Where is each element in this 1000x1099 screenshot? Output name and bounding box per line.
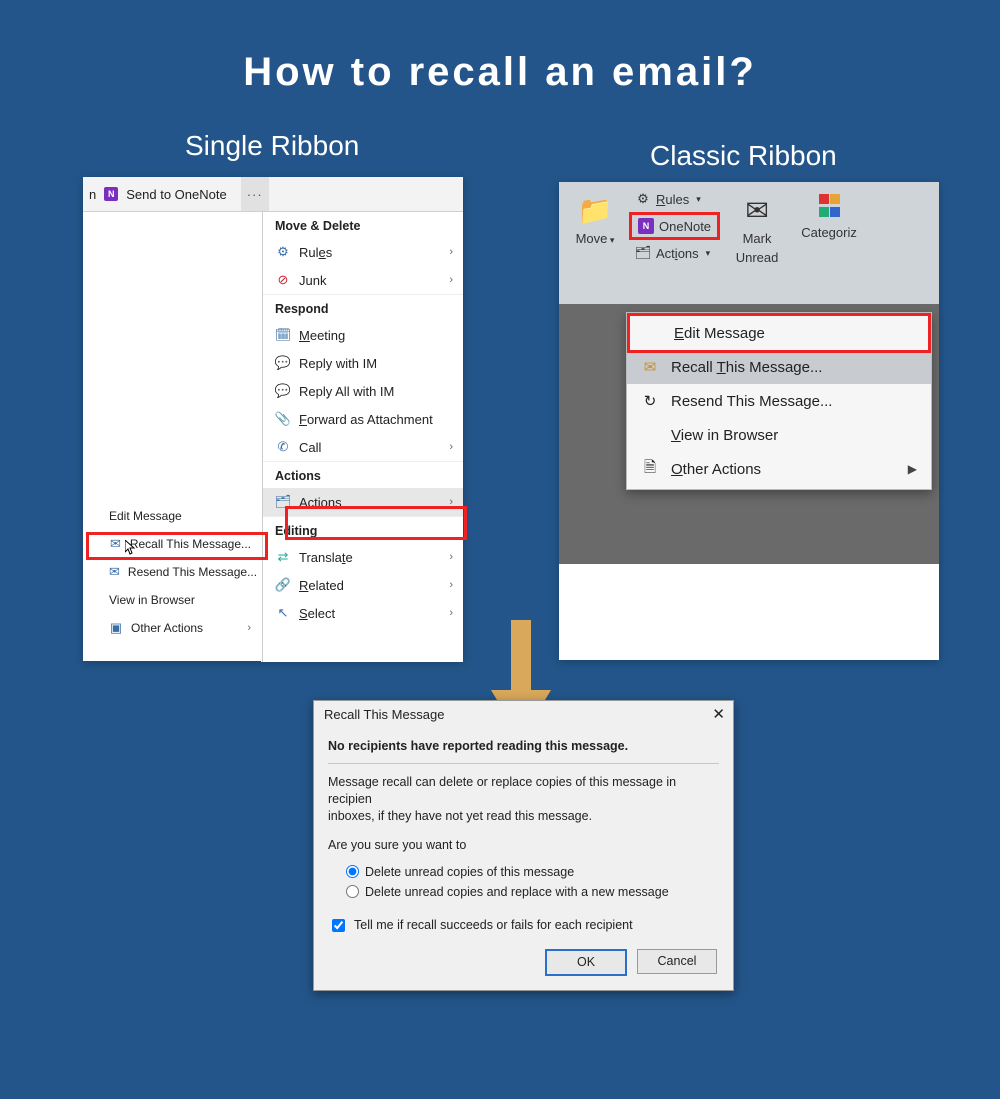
dialog-heading: No recipients have reported reading this… — [328, 733, 719, 764]
menu-meeting[interactable]: 🗓 Meeting — [263, 321, 463, 349]
chevron-right-icon: › — [449, 274, 453, 286]
send-to-onenote-button[interactable]: Send to OneNote — [126, 187, 226, 202]
call-icon: ✆ — [275, 439, 291, 455]
menu-related[interactable]: 🔗 Related › — [263, 571, 463, 599]
radio-delete-and-replace[interactable] — [346, 885, 359, 898]
submenu-recall-message[interactable]: ✉ Recall This Message... — [83, 530, 261, 558]
submenu-other-actions[interactable]: ▣ Other Actions › — [83, 614, 261, 642]
dialog-prompt: Are you sure you want to — [328, 827, 719, 856]
chevron-right-icon: › — [449, 246, 453, 258]
recall-dialog: Recall This Message ✕ No recipients have… — [313, 700, 734, 991]
rules-button[interactable]: ⚙ Rules▾ — [629, 188, 720, 210]
chevron-right-icon: › — [247, 622, 251, 634]
submenu-edit-message[interactable]: Edit Message — [83, 502, 261, 530]
tell-me-checkbox-row[interactable]: Tell me if recall succeeds or fails for … — [328, 908, 719, 949]
menu-reply-im[interactable]: 💬 Reply with IM — [263, 349, 463, 377]
chevron-right-icon: › — [449, 579, 453, 591]
caption-classic-ribbon: Classic Ribbon — [650, 140, 837, 172]
attach-icon: 📎 — [275, 411, 291, 427]
menu-translate[interactable]: ⇄ Translate › — [263, 543, 463, 571]
actions-dropdown: Edit Message ✉ Recall This Message... ↻ … — [626, 312, 932, 490]
submenu-view-in-browser[interactable]: View in Browser — [83, 586, 261, 614]
section-editing: Editing — [263, 516, 463, 543]
actions-button[interactable]: 🗂 Actions▾ — [629, 242, 720, 264]
section-actions: Actions — [263, 461, 463, 488]
dropdown-resend-message[interactable]: ↻ Resend This Message... — [627, 384, 931, 418]
categorize-button[interactable]: Categoriz — [794, 188, 864, 310]
caption-single-ribbon: Single Ribbon — [185, 130, 359, 162]
menu-actions[interactable]: 🗂 Actions › — [263, 488, 463, 516]
blank-icon — [641, 426, 659, 444]
actions-submenu: Edit Message ✉ Recall This Message... ✉ … — [83, 212, 262, 662]
actions-icon: 🗂 — [275, 494, 291, 510]
recall-icon: ✉ — [109, 537, 122, 551]
onenote-icon: N — [104, 187, 118, 201]
chevron-right-icon: › — [449, 551, 453, 563]
classic-ribbon-bar: 📁 Move ▾ ⚙ Rules▾ N OneNote 🗂 Actions▾ ✉… — [559, 182, 939, 310]
cancel-button[interactable]: Cancel — [637, 949, 717, 974]
tell-me-checkbox[interactable] — [332, 919, 345, 932]
dropdown-recall-message[interactable]: ✉ Recall This Message... — [627, 350, 931, 384]
main-overflow-menu: Move & Delete ⚙ Rules › ⊘ Junk › Respond… — [262, 212, 463, 662]
im-icon: 💬 — [275, 355, 291, 371]
categorize-icon — [819, 194, 840, 204]
im-icon: 💬 — [275, 383, 291, 399]
option-delete-copies[interactable]: Delete unread copies of this message — [346, 862, 719, 882]
other-actions-icon: ▣ — [109, 621, 123, 635]
menu-reply-all-im[interactable]: 💬 Reply All with IM — [263, 377, 463, 405]
related-icon: 🔗 — [275, 577, 291, 593]
chevron-right-icon: › — [449, 441, 453, 453]
meeting-icon: 🗓 — [275, 327, 291, 343]
menu-forward-attachment[interactable]: 📎 Forward as Attachment — [263, 405, 463, 433]
ribbon-top-bar: n N Send to OneNote ··· — [83, 177, 463, 212]
more-button[interactable]: ··· — [241, 177, 269, 211]
envelope-icon: ✉ — [745, 194, 768, 227]
radio-delete-copies[interactable] — [346, 865, 359, 878]
recall-icon: ✉ — [641, 358, 659, 376]
close-button[interactable]: ✕ — [712, 705, 725, 723]
resend-icon: ↻ — [641, 392, 659, 410]
chevron-right-icon: › — [449, 496, 453, 508]
categorize-icon — [819, 207, 840, 217]
translate-icon: ⇄ — [275, 549, 291, 565]
move-icon: 📁 — [578, 194, 613, 227]
actions-icon: 🗂 — [635, 245, 651, 261]
section-move-delete: Move & Delete — [263, 212, 463, 238]
page-title: How to recall an email? — [0, 0, 1000, 95]
chevron-right-icon: › — [449, 607, 453, 619]
option-delete-and-replace[interactable]: Delete unread copies and replace with a … — [346, 882, 719, 902]
dropdown-other-actions[interactable]: 🗎 Other Actions ▶ — [627, 452, 931, 486]
dialog-title: Recall This Message — [324, 707, 444, 722]
mark-unread-button[interactable]: ✉ Mark Unread — [726, 188, 788, 310]
dropdown-edit-message[interactable]: Edit Message — [627, 313, 931, 353]
chevron-right-icon: ▶ — [908, 462, 917, 476]
dropdown-view-in-browser[interactable]: View in Browser — [627, 418, 931, 452]
tab-fragment: n — [89, 187, 96, 202]
dialog-description: Message recall can delete or replace cop… — [328, 764, 719, 827]
select-icon: ↖ — [275, 605, 291, 621]
ok-button[interactable]: OK — [545, 949, 627, 976]
onenote-icon: N — [638, 218, 654, 234]
other-actions-icon: 🗎 — [641, 460, 659, 478]
rules-icon: ⚙ — [635, 191, 651, 207]
blank-icon — [644, 324, 662, 342]
menu-select[interactable]: ↖ Select › — [263, 599, 463, 627]
submenu-resend-message[interactable]: ✉ Resend This Message... — [83, 558, 261, 586]
menu-junk[interactable]: ⊘ Junk › — [263, 266, 463, 294]
section-respond: Respond — [263, 294, 463, 321]
onenote-button[interactable]: N OneNote — [629, 212, 720, 240]
menu-rules[interactable]: ⚙ Rules › — [263, 238, 463, 266]
junk-icon: ⊘ — [275, 272, 291, 288]
move-group-stack: ⚙ Rules▾ N OneNote 🗂 Actions▾ — [629, 188, 720, 310]
resend-icon: ✉ — [109, 565, 120, 579]
rules-icon: ⚙ — [275, 244, 291, 260]
single-ribbon-panel: n N Send to OneNote ··· Edit Message ✉ R… — [83, 177, 463, 661]
move-button[interactable]: 📁 Move ▾ — [567, 188, 623, 310]
menu-call[interactable]: ✆ Call › — [263, 433, 463, 461]
